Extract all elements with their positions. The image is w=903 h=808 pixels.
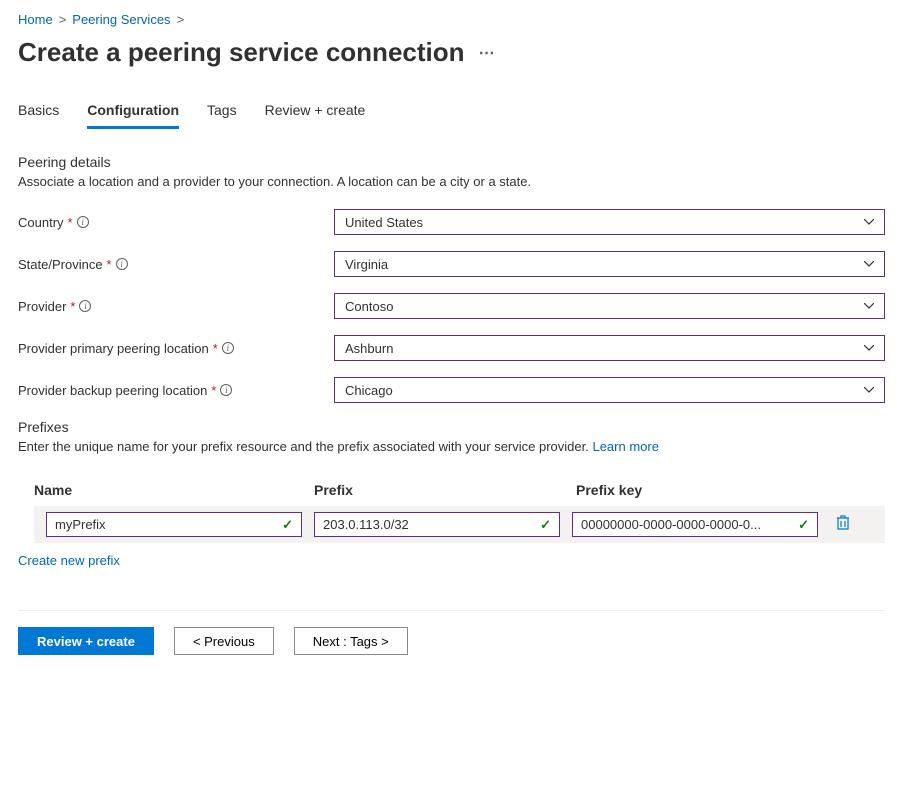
- info-icon[interactable]: i: [220, 384, 232, 396]
- tab-tags[interactable]: Tags: [207, 96, 237, 129]
- required-indicator: *: [211, 383, 216, 398]
- review-create-button[interactable]: Review + create: [18, 627, 154, 655]
- peering-details-desc: Associate a location and a provider to y…: [18, 174, 885, 189]
- col-header-key: Prefix key: [576, 482, 885, 498]
- more-actions-button[interactable]: ⋯: [479, 43, 497, 63]
- prefix-value-input[interactable]: 203.0.113.0/32 ✓: [314, 512, 560, 537]
- col-header-prefix: Prefix: [314, 482, 576, 498]
- breadcrumb-home[interactable]: Home: [18, 12, 53, 27]
- tab-configuration[interactable]: Configuration: [87, 96, 179, 129]
- page-title: Create a peering service connection: [18, 37, 465, 68]
- tab-basics[interactable]: Basics: [18, 96, 59, 129]
- breadcrumb-peering-services[interactable]: Peering Services: [72, 12, 170, 27]
- delete-prefix-button[interactable]: [830, 515, 856, 534]
- primary-location-select[interactable]: Ashburn: [334, 335, 885, 361]
- tab-review-create[interactable]: Review + create: [265, 96, 366, 129]
- prefix-name-input[interactable]: myPrefix ✓: [46, 512, 302, 537]
- prefix-key-input[interactable]: 00000000-0000-0000-0000-0... ✓: [572, 512, 818, 537]
- check-icon: ✓: [282, 517, 293, 533]
- state-label: State/Province * i: [18, 257, 334, 272]
- chevron-down-icon: [864, 261, 874, 267]
- prefixes-desc: Enter the unique name for your prefix re…: [18, 439, 885, 454]
- learn-more-link[interactable]: Learn more: [592, 439, 658, 454]
- peering-details-title: Peering details: [18, 154, 885, 170]
- previous-button[interactable]: < Previous: [174, 627, 274, 655]
- next-button[interactable]: Next : Tags >: [294, 627, 408, 655]
- info-icon[interactable]: i: [222, 342, 234, 354]
- chevron-down-icon: [864, 345, 874, 351]
- chevron-down-icon: [864, 387, 874, 393]
- required-indicator: *: [213, 341, 218, 356]
- primary-location-label: Provider primary peering location * i: [18, 341, 334, 356]
- chevron-down-icon: [864, 219, 874, 225]
- country-select[interactable]: United States: [334, 209, 885, 235]
- prefix-row: myPrefix ✓ 203.0.113.0/32 ✓ 00000000-000…: [34, 506, 885, 543]
- footer-divider: [18, 610, 885, 611]
- required-indicator: *: [68, 215, 73, 230]
- chevron-right-icon: >: [177, 12, 185, 27]
- required-indicator: *: [107, 257, 112, 272]
- provider-select[interactable]: Contoso: [334, 293, 885, 319]
- col-header-name: Name: [34, 482, 314, 498]
- backup-location-select[interactable]: Chicago: [334, 377, 885, 403]
- provider-label: Provider * i: [18, 299, 334, 314]
- chevron-down-icon: [864, 303, 874, 309]
- prefix-table-header: Name Prefix Prefix key: [34, 474, 885, 506]
- info-icon[interactable]: i: [116, 258, 128, 270]
- prefixes-title: Prefixes: [18, 419, 885, 435]
- required-indicator: *: [70, 299, 75, 314]
- breadcrumb: Home > Peering Services >: [18, 12, 885, 27]
- tabs: Basics Configuration Tags Review + creat…: [18, 96, 885, 130]
- state-select[interactable]: Virginia: [334, 251, 885, 277]
- page-title-row: Create a peering service connection ⋯: [18, 37, 885, 68]
- backup-location-label: Provider backup peering location * i: [18, 383, 334, 398]
- footer-buttons: Review + create < Previous Next : Tags >: [18, 627, 885, 655]
- info-icon[interactable]: i: [77, 216, 89, 228]
- check-icon: ✓: [540, 517, 551, 533]
- info-icon[interactable]: i: [79, 300, 91, 312]
- check-icon: ✓: [798, 517, 809, 533]
- chevron-right-icon: >: [59, 12, 67, 27]
- country-label: Country * i: [18, 215, 334, 230]
- create-new-prefix-link[interactable]: Create new prefix: [18, 553, 120, 568]
